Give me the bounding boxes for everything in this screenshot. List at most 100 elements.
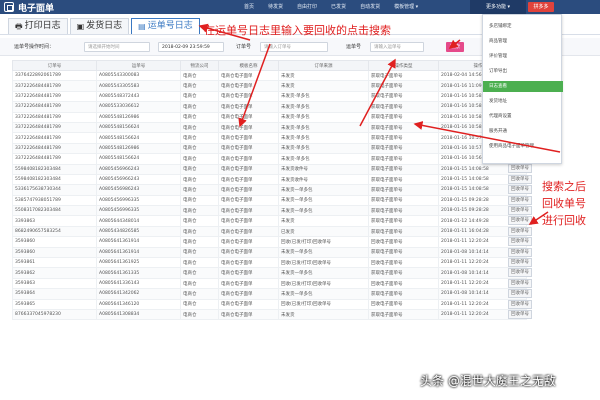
table-cell: A0805641336143	[96, 277, 181, 290]
order-number-input[interactable]: 请输入订单号	[260, 42, 328, 52]
start-time-input[interactable]: 请选择开始时间	[84, 42, 150, 52]
waybill-number-input[interactable]: 请输入运单号	[370, 42, 424, 52]
table-cell: A0805641361914	[96, 246, 181, 259]
table-cell: 回收(已发/打印)回收单号	[278, 298, 369, 311]
table-cell: 电商仓电子面单	[218, 184, 279, 196]
table-cell: A0805533036612	[96, 101, 181, 113]
table-header-row: 订单号 运单号 物流公司 模板名称 订单来源 操作类型 操作时间	[12, 60, 527, 71]
table-cell: 回收(已发/打印)回收单号	[278, 257, 369, 269]
table-cell: A0805543300083	[96, 69, 181, 82]
more-functions-menu[interactable]: 更多功能 ▾	[470, 0, 526, 14]
dropdown-item[interactable]: 日志查看	[483, 81, 563, 92]
table-cell: A0805641361925	[96, 257, 181, 269]
col-operation-type: 操作类型	[368, 60, 439, 71]
table-cell: A0805456966243	[96, 163, 181, 175]
table-cell: 电商仓	[180, 173, 219, 186]
table-cell: 电商仓电子面单	[218, 215, 279, 227]
table-cell: 获取电子面单号	[368, 80, 439, 92]
table-cell: 3593860	[12, 246, 97, 259]
nav-home[interactable]: 首页	[244, 0, 254, 14]
dropdown-item[interactable]: 商品管理	[483, 36, 563, 47]
recycle-waybill-button[interactable]: 回收单号	[508, 299, 532, 309]
dropdown-item[interactable]: 多店铺绑定	[483, 21, 563, 32]
dropdown-item[interactable]: 使用商品电子面单管理	[483, 141, 563, 152]
table-cell: 3376422892061789	[12, 69, 97, 82]
table-cell: 回收(已发/打印)回收单号	[278, 277, 369, 290]
dropdown-item[interactable]: 订单导出	[483, 66, 563, 77]
dropdown-item[interactable]: 代理商设置	[483, 111, 563, 122]
dropdown-item[interactable]: 评价管理	[483, 51, 563, 62]
table-row: 3593862 A0805641361335 电商仓 电商仓电子面单 未发货一单多包 获取…	[12, 267, 527, 279]
dropdown-item[interactable]: 服务开通	[483, 126, 563, 137]
recycle-waybill-button[interactable]: 回收单号	[508, 195, 532, 205]
table-cell: 电商仓电子面单	[218, 121, 279, 134]
table-cell: 电商仓电子面单	[218, 163, 279, 175]
table-cell: 未发货-单多包	[278, 90, 369, 103]
table-cell: 电商仓	[180, 80, 219, 92]
recycle-waybill-button[interactable]: 回收单号	[508, 278, 532, 288]
table-cell: 电商仓电子面单	[218, 246, 279, 259]
table-row: 5598408182303484 A0805456966243 电商仓 电商仓电子面单…	[12, 173, 527, 186]
table-cell: 获取电子面单号	[368, 111, 439, 123]
table-cell: A0805548156624	[96, 121, 181, 134]
nav-free-print[interactable]: 自由打印	[297, 0, 317, 14]
table-cell: A0805456996335	[96, 194, 181, 207]
table-cell: A0805548126986	[96, 111, 181, 123]
pinduoduo-button[interactable]: 拼多多	[528, 2, 554, 12]
table-cell: A0805456986243	[96, 184, 181, 196]
table-cell: 3372226484481789	[12, 111, 97, 123]
end-time-input[interactable]: 2018-02-09 23:59:59	[158, 42, 224, 52]
table-row: 5508317082303484 A0805456996335 电商仓 电商仓电子面单…	[12, 205, 527, 217]
table-cell: 未发货-单多包	[278, 101, 369, 113]
table-cell: 5598408182303484	[12, 163, 97, 175]
order-label: 订单号	[236, 44, 252, 50]
recycle-waybill-button[interactable]: 回收单号	[508, 216, 532, 226]
table-row: 3593863 A0805641336143 电商仓 电商仓电子面单 回收(已发/打印)…	[12, 277, 527, 290]
table-cell: 已发货	[278, 225, 369, 238]
recycle-waybill-button[interactable]: 回收单号	[508, 268, 532, 278]
tab-waybill-log[interactable]: ▤ 运单号日志	[131, 18, 200, 34]
table-cell: 未发货收件号	[278, 163, 369, 175]
table-cell: 3593864	[12, 288, 97, 300]
recycle-waybill-button[interactable]: 回收单号	[508, 247, 532, 257]
table-cell: 5508317082303484	[12, 205, 97, 217]
recycle-waybill-button[interactable]: 回收单号	[508, 164, 532, 174]
recycle-waybill-button[interactable]: 回收单号	[508, 185, 532, 195]
table-cell: 电商仓电子面单	[218, 80, 279, 92]
table-cell: 电商仓电子面单	[218, 90, 279, 103]
app-title: 电子面单	[18, 3, 55, 14]
cube-icon	[4, 2, 14, 12]
tab-print-log[interactable]: 🖶 打印日志	[8, 18, 68, 34]
table-cell: A0805548156624	[96, 132, 181, 144]
table-cell: 获取电子面单号	[368, 121, 439, 134]
recycle-waybill-button[interactable]: 回收单号	[508, 205, 532, 215]
recycle-waybill-button[interactable]: 回收单号	[508, 226, 532, 236]
waybill-log-table: 订单号 运单号 物流公司 模板名称 订单来源 操作类型 操作时间 3376422…	[12, 60, 527, 321]
dropdown-item[interactable]: 发货地址	[483, 96, 563, 107]
table-row: 3372226484481789 A0805548156624 电商仓 电商仓电子面单…	[12, 132, 527, 144]
recycle-waybill-button[interactable]: 回收单号	[508, 237, 532, 247]
recycle-waybill-button[interactable]: 回收单号	[508, 257, 532, 267]
recycle-waybill-button[interactable]: 回收单号	[508, 174, 532, 184]
table-cell: 电商仓	[180, 101, 219, 113]
printer-icon: 🖶	[15, 22, 23, 31]
tab-shipment-log[interactable]: ▣ 发货日志	[69, 18, 130, 34]
nav-template-management[interactable]: 模板管理 ▾	[394, 0, 418, 14]
table-row: 5385747938051789 A0805456996335 电商仓 电商仓电子面单…	[12, 194, 527, 207]
table-cell: 电商仓	[180, 90, 219, 103]
table-row: 3372226484481789 A0805548156624 电商仓 电商仓电子面单…	[12, 153, 527, 165]
table-cell: A0805543305583	[96, 80, 181, 92]
table-cell: 3372226484481789	[12, 121, 97, 134]
search-button[interactable]: 搜索	[446, 42, 464, 52]
table-row: 3372226484481789 A0805548126986 电商仓 电商仓电子面单…	[12, 142, 527, 155]
app-logo[interactable]: 电子面单	[4, 1, 55, 14]
nav-auto-shipment[interactable]: 自动发货	[360, 0, 380, 14]
table-cell: 3372226484481789	[12, 142, 97, 155]
watermark: 头条 @混世大魔王之无敌	[420, 374, 556, 388]
recycle-waybill-button[interactable]: 回收单号	[508, 309, 532, 319]
nav-pending-shipment[interactable]: 待发货	[268, 0, 283, 14]
nav-shipped[interactable]: 已发货	[331, 0, 346, 14]
recycle-waybill-button[interactable]: 回收单号	[508, 289, 532, 299]
table-cell: 未发货	[278, 215, 369, 227]
table-row: 3593864 A0805641342062 电商仓 电商仓电子面单 未发货一单多包 获取…	[12, 288, 527, 300]
